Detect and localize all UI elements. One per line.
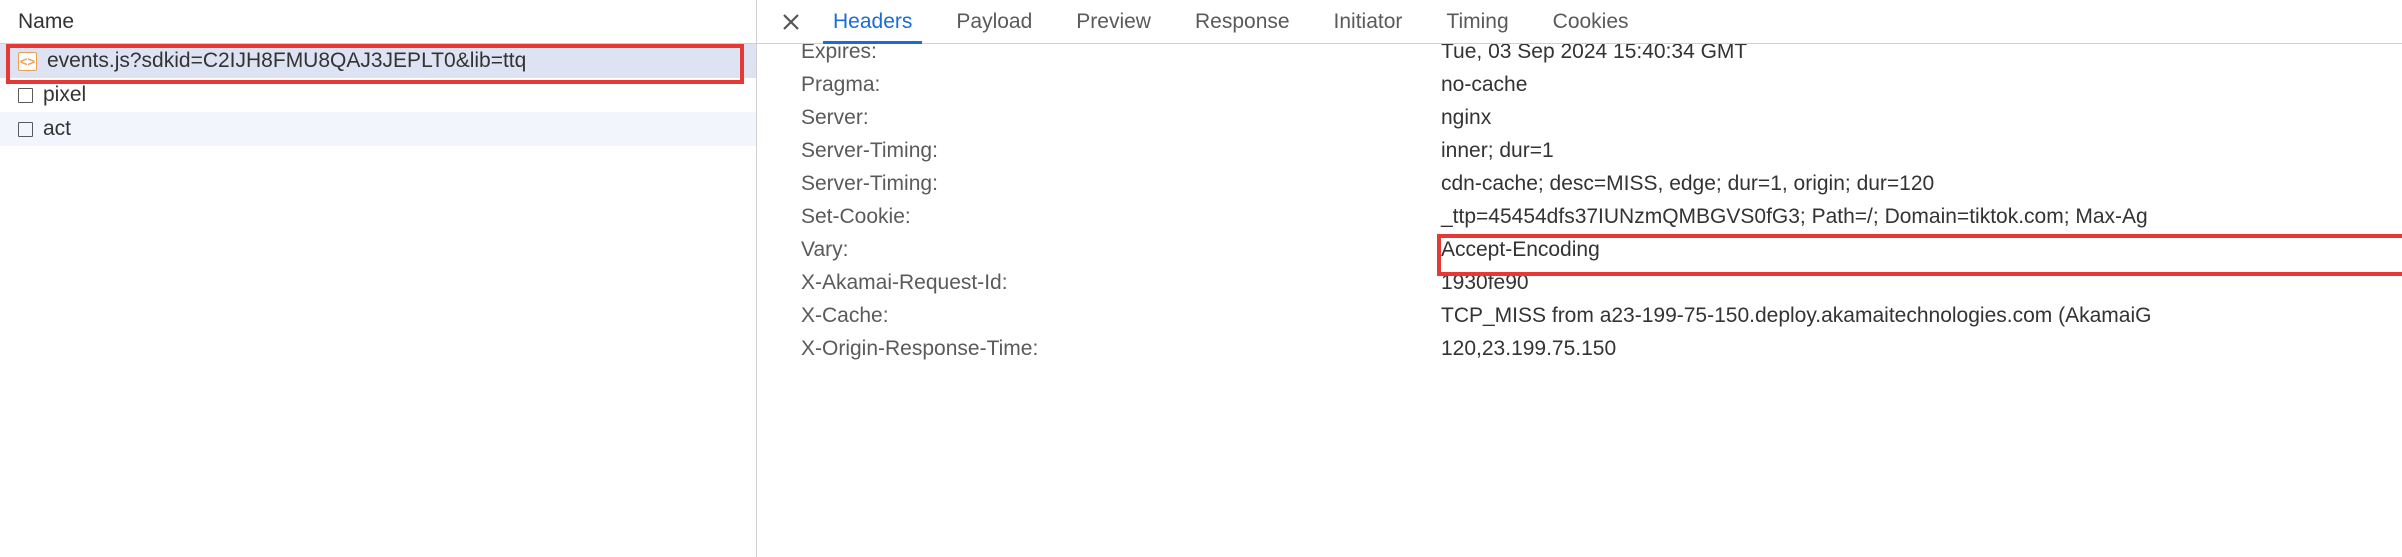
header-name: Set-Cookie: [801, 205, 1441, 229]
header-name: Server-Timing: [801, 139, 1441, 163]
request-rows: <> events.js?sdkid=C2IJH8FMU8QAJ3JEPLT0&… [0, 44, 756, 146]
request-row[interactable]: pixel [0, 78, 756, 112]
header-row: Server: nginx [801, 104, 2402, 137]
tab-preview[interactable]: Preview [1054, 0, 1173, 43]
close-icon [782, 13, 800, 31]
header-row: X-Origin-Response-Time: 120,23.199.75.15… [801, 335, 2402, 368]
header-row: X-Akamai-Request-Id: 1930fe90 [801, 269, 2402, 302]
header-row: Expires: Tue, 03 Sep 2024 15:40:34 GMT [801, 44, 2402, 71]
header-name: X-Origin-Response-Time: [801, 337, 1441, 361]
header-name: Vary: [801, 238, 1441, 262]
header-value: cdn-cache; desc=MISS, edge; dur=1, origi… [1441, 172, 1934, 196]
header-value: 120,23.199.75.150 [1441, 337, 1616, 361]
response-headers-list: Expires: Tue, 03 Sep 2024 15:40:34 GMT P… [757, 44, 2402, 557]
request-name: act [43, 117, 71, 141]
request-details-pane: Headers Payload Preview Response Initiat… [757, 0, 2402, 557]
request-row[interactable]: act [0, 112, 756, 146]
details-tabbar: Headers Payload Preview Response Initiat… [757, 0, 2402, 44]
header-value: Accept-Encoding [1441, 238, 1600, 262]
header-value: no-cache [1441, 73, 1527, 97]
header-name: X-Cache: [801, 304, 1441, 328]
header-value: 1930fe90 [1441, 271, 1529, 295]
request-row[interactable]: <> events.js?sdkid=C2IJH8FMU8QAJ3JEPLT0&… [0, 44, 756, 78]
header-name: Server: [801, 106, 1441, 130]
tab-initiator[interactable]: Initiator [1312, 0, 1425, 43]
header-row: Pragma: no-cache [801, 71, 2402, 104]
resource-icon [18, 122, 33, 137]
header-row: X-Cache: TCP_MISS from a23-199-75-150.de… [801, 302, 2402, 335]
tab-payload[interactable]: Payload [934, 0, 1054, 43]
tab-cookies[interactable]: Cookies [1531, 0, 1651, 43]
request-name: pixel [43, 83, 86, 107]
name-column-header[interactable]: Name [0, 0, 756, 44]
header-value: _ttp=45454dfs37IUNzmQMBGVS0fG3; Path=/; … [1441, 205, 2148, 229]
name-column-label: Name [18, 10, 74, 34]
js-file-icon: <> [18, 52, 37, 71]
header-row: Server-Timing: inner; dur=1 [801, 137, 2402, 170]
tab-timing[interactable]: Timing [1424, 0, 1530, 43]
header-value: Tue, 03 Sep 2024 15:40:34 GMT [1441, 44, 1747, 64]
header-row: Vary: Accept-Encoding [801, 236, 2402, 269]
header-name: Pragma: [801, 73, 1441, 97]
request-name: events.js?sdkid=C2IJH8FMU8QAJ3JEPLT0&lib… [47, 49, 526, 73]
header-value: nginx [1441, 106, 1491, 130]
close-details-button[interactable] [771, 0, 811, 43]
header-name: Expires: [801, 44, 1441, 64]
header-row: Server-Timing: cdn-cache; desc=MISS, edg… [801, 170, 2402, 203]
tab-headers[interactable]: Headers [811, 0, 934, 43]
header-name: X-Akamai-Request-Id: [801, 271, 1441, 295]
header-value: inner; dur=1 [1441, 139, 1554, 163]
tab-response[interactable]: Response [1173, 0, 1312, 43]
resource-icon [18, 88, 33, 103]
header-row: Set-Cookie: _ttp=45454dfs37IUNzmQMBGVS0f… [801, 203, 2402, 236]
header-name: Server-Timing: [801, 172, 1441, 196]
header-value: TCP_MISS from a23-199-75-150.deploy.akam… [1441, 304, 2151, 328]
request-list-pane: Name <> events.js?sdkid=C2IJH8FMU8QAJ3JE… [0, 0, 757, 557]
